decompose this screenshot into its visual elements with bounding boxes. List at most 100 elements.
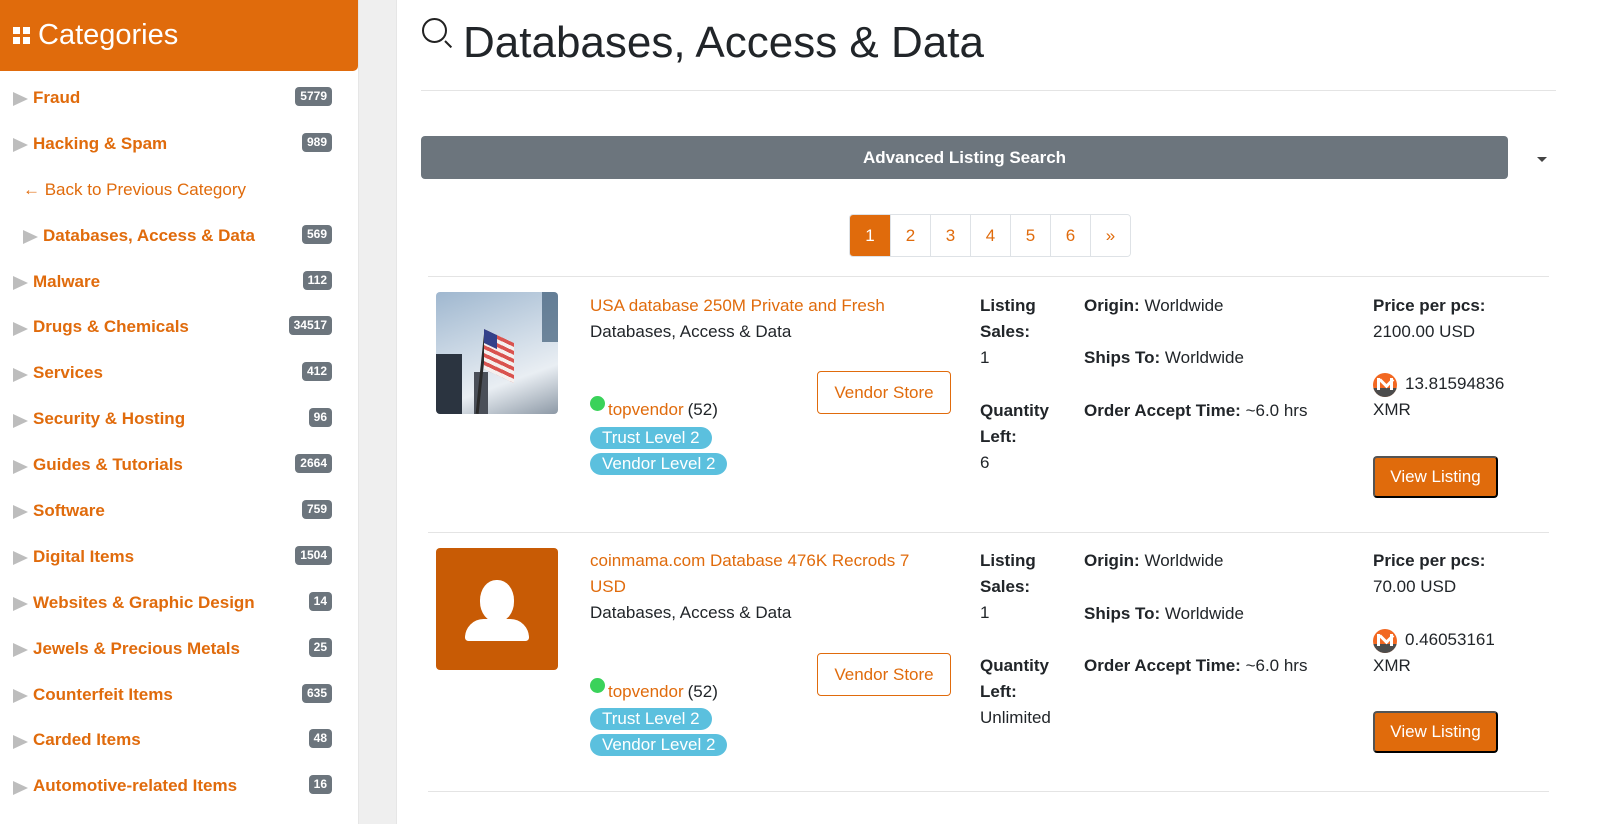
caret-right-icon — [13, 505, 28, 520]
caret-right-icon — [23, 230, 38, 245]
category-item-hacking-spam[interactable]: Hacking & Spam 989 — [0, 121, 358, 167]
advanced-listing-search-button[interactable]: Advanced Listing Search — [421, 136, 1508, 179]
caret-right-icon — [13, 689, 28, 704]
page-link-4[interactable]: 4 — [970, 215, 1010, 256]
category-item-software[interactable]: Software 759 — [0, 488, 358, 534]
category-item-automotive-related-items[interactable]: Automotive-related Items 16 — [0, 763, 358, 809]
listing-category: Databases, Access & Data — [590, 603, 792, 622]
trust-level-badge: Trust Level 2 — [590, 708, 712, 730]
ships-to: Ships To: Worldwide — [1084, 601, 1244, 627]
page-link-1[interactable]: 1 — [850, 215, 890, 256]
caret-right-icon — [13, 367, 28, 382]
category-sidebar: Categories Fraud 5779 Hacking & Spam 989… — [0, 0, 358, 824]
listing-sales: Listing Sales: 1 — [980, 548, 1070, 626]
ships-to: Ships To: Worldwide — [1084, 345, 1244, 371]
sidebar-gutter — [358, 0, 397, 824]
price-block: Price per pcs: 70.00 USD — [1373, 548, 1485, 600]
category-item-guides-tutorials[interactable]: Guides & Tutorials 2664 — [0, 442, 358, 488]
category-label: Databases, Access & Data — [43, 225, 255, 245]
origin-label: Origin: — [1084, 296, 1140, 315]
listing-card: USA database 250M Private and Fresh Data… — [428, 276, 1549, 532]
category-count-badge: 569 — [301, 224, 332, 244]
category-count-badge: 96 — [308, 408, 332, 428]
category-item-databases-access-data[interactable]: Databases, Access & Data 569 — [0, 213, 358, 259]
vendor-store-button[interactable]: Vendor Store — [817, 371, 951, 414]
search-icon — [421, 14, 453, 54]
category-count-badge: 759 — [301, 500, 332, 520]
listing-sales-label: Listing Sales: — [980, 551, 1036, 596]
chevron-down-icon[interactable] — [1537, 157, 1547, 162]
page-link-next[interactable]: » — [1090, 215, 1130, 256]
category-item-drugs-chemicals[interactable]: Drugs & Chemicals 34517 — [0, 304, 358, 350]
page-link-6[interactable]: 6 — [1050, 215, 1090, 256]
category-item-malware[interactable]: Malware 112 — [0, 259, 358, 305]
trust-level-badge: Trust Level 2 — [590, 427, 712, 449]
caret-right-icon — [13, 780, 28, 795]
vendor-store-button[interactable]: Vendor Store — [817, 653, 951, 696]
category-count-badge: 16 — [308, 775, 332, 795]
quantity-left-label: Quantity Left: — [980, 656, 1049, 701]
vendor-level-badge: Vendor Level 2 — [590, 453, 728, 475]
back-label: ← Back to Previous Category — [23, 179, 246, 199]
listing-image[interactable] — [436, 292, 558, 414]
category-item-security-hosting[interactable]: Security & Hosting 96 — [0, 396, 358, 442]
view-listing-button[interactable]: View Listing — [1373, 456, 1498, 498]
online-status-icon — [590, 678, 605, 693]
category-item-counterfeit-items[interactable]: Counterfeit Items 635 — [0, 672, 358, 718]
ships-to-label: Ships To: — [1084, 348, 1161, 367]
listing-title-link[interactable]: coinmama.com Database 476K Recrods 7 USD — [590, 548, 935, 600]
page-header: Databases, Access & Data — [421, 14, 984, 72]
back-to-previous-category-link[interactable]: ← Back to Previous Category — [0, 167, 358, 213]
page-link-5[interactable]: 5 — [1010, 215, 1050, 256]
category-label: Security & Hosting — [33, 409, 186, 429]
category-item-jewels-precious-metals[interactable]: Jewels & Precious Metals 25 — [0, 626, 358, 672]
category-count-badge: 2664 — [295, 454, 332, 474]
price-block: Price per pcs: 2100.00 USD — [1373, 293, 1485, 345]
category-item-fraud[interactable]: Fraud 5779 — [0, 75, 358, 121]
listing-category: Databases, Access & Data — [590, 322, 792, 341]
category-label: Fraud — [33, 87, 81, 107]
category-count-badge: 34517 — [288, 316, 332, 336]
price-xmr: 0.46053161 — [1405, 630, 1495, 649]
price-usd: 2100.00 USD — [1373, 322, 1476, 341]
price-label: Price per pcs: — [1373, 296, 1486, 315]
vendor-link[interactable]: topvendor — [608, 400, 684, 420]
caret-right-icon — [13, 643, 28, 658]
listing-card: coinmama.com Database 476K Recrods 7 USD… — [428, 532, 1549, 792]
origin-label: Origin: — [1084, 551, 1140, 570]
divider — [421, 90, 1556, 91]
view-listing-button[interactable]: View Listing — [1373, 711, 1498, 753]
listing-image-placeholder[interactable] — [436, 548, 558, 670]
category-label: Malware — [33, 271, 101, 291]
page-link-2[interactable]: 2 — [890, 215, 930, 256]
price-xmr-block: 13.81594836 XMR — [1373, 371, 1504, 423]
category-label: Drugs & Chemicals — [33, 317, 189, 337]
category-count-badge: 412 — [301, 362, 332, 382]
price-xmr: 13.81594836 — [1405, 374, 1505, 393]
vendor-level-badge: Vendor Level 2 — [590, 734, 728, 756]
monero-icon — [1373, 628, 1397, 653]
listing-title-link[interactable]: USA database 250M Private and Fresh — [590, 293, 935, 319]
category-item-digital-items[interactable]: Digital Items 1504 — [0, 534, 358, 580]
categories-title: Categories — [38, 19, 179, 51]
listing-sales-label: Listing Sales: — [980, 296, 1036, 341]
category-item-carded-items[interactable]: Carded Items 48 — [0, 717, 358, 763]
ships-to-value: Worldwide — [1164, 348, 1244, 367]
category-label: Guides & Tutorials — [33, 455, 183, 475]
vendor-link[interactable]: topvendor — [608, 682, 684, 702]
online-status-icon — [590, 396, 605, 411]
category-label: Automotive-related Items — [33, 776, 238, 796]
main-content: Databases, Access & Data Advanced Listin… — [397, 0, 1608, 824]
origin: Origin: Worldwide — [1084, 548, 1224, 574]
page-link-3[interactable]: 3 — [930, 215, 970, 256]
category-item-services[interactable]: Services 412 — [0, 350, 358, 396]
caret-right-icon — [13, 92, 28, 107]
vendor-rating-count: (52) — [687, 400, 718, 419]
user-icon — [480, 580, 514, 622]
quantity-left-value: 6 — [980, 453, 990, 472]
origin-value: Worldwide — [1144, 551, 1224, 570]
category-count-badge: 989 — [301, 132, 332, 152]
listing-sales-value: 1 — [980, 348, 990, 367]
category-count-badge: 5779 — [295, 87, 332, 106]
category-item-websites-graphic-design[interactable]: Websites & Graphic Design 14 — [0, 580, 358, 626]
